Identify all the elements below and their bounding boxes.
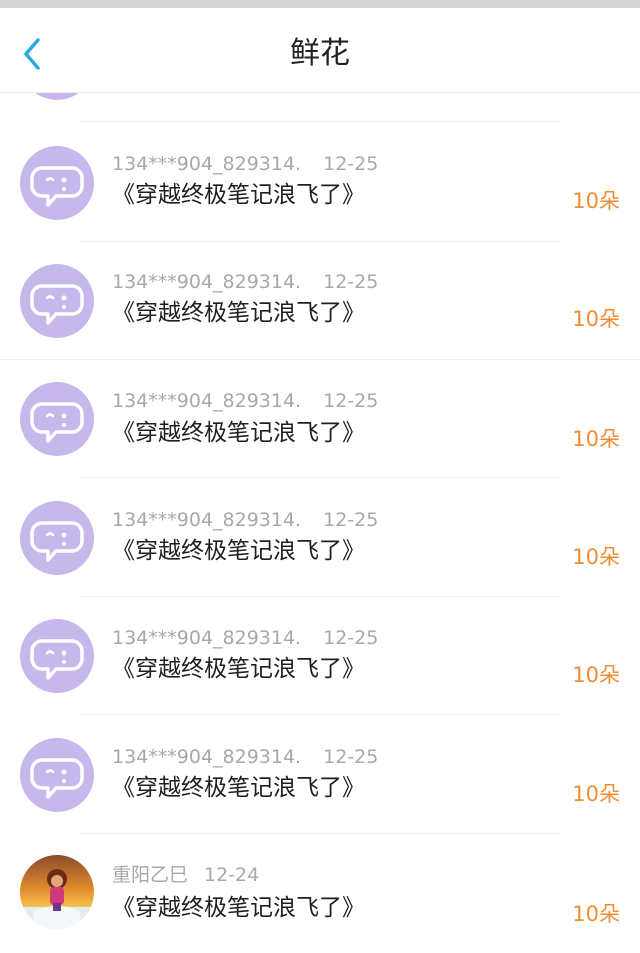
user-avatar-photo	[20, 855, 94, 929]
flower-amount: 10朵	[572, 663, 620, 687]
page-title: 鲜花	[290, 36, 350, 71]
date: 12-25	[323, 153, 379, 175]
meta-line: 重阳乙巳 12-24	[112, 863, 259, 887]
username: 134***904_829314.	[112, 271, 302, 293]
meta-line: 134***904_829314. 12-25	[112, 508, 378, 532]
row-divider	[80, 714, 560, 715]
book-title: 《穿越终极笔记浪飞了》	[112, 656, 365, 682]
flower-amount: 10朵	[572, 427, 620, 451]
row-divider	[80, 477, 560, 478]
row-divider	[80, 121, 560, 122]
chat-bubble-icon	[20, 619, 94, 693]
meta-line: 134***904_829314. 12-25	[112, 270, 378, 294]
book-title: 《穿越终极笔记浪飞了》	[112, 420, 365, 446]
list-item[interactable]: 134***904_829314. 12-25 《穿越终极笔记浪飞了》 10朵	[0, 479, 640, 597]
list-item[interactable]: 134***904_829314. 12-25 《穿越终极笔记浪飞了》 10朵	[0, 716, 640, 834]
username: 134***904_829314.	[112, 153, 302, 175]
username: 134***904_829314.	[112, 746, 302, 768]
date: 12-25	[323, 746, 379, 768]
username: 重阳乙巳	[112, 864, 189, 886]
flower-amount: 10朵	[572, 782, 620, 806]
list-item[interactable]: 重阳乙巳 12-24 《穿越终极笔记浪飞了》 10朵	[0, 835, 640, 953]
gift-list: 134***904_829314. 12-25 《穿越终极笔记浪飞了》 10朵 1…	[0, 0, 640, 938]
meta-line: 134***904_829314. 12-25	[112, 626, 378, 650]
meta-line: 134***904_829314. 12-25	[112, 745, 378, 769]
navigation-header: 鲜花	[0, 8, 640, 93]
date: 12-24	[204, 864, 260, 886]
date: 12-25	[323, 271, 379, 293]
list-item[interactable]: 134***904_829314. 12-25 《穿越终极笔记浪飞了》 10朵	[0, 360, 640, 478]
list-item[interactable]: 134***904_829314. 12-25 《穿越终极笔记浪飞了》 10朵	[0, 124, 640, 242]
chat-bubble-icon	[20, 146, 94, 220]
date: 12-25	[323, 509, 379, 531]
book-title: 《穿越终极笔记浪飞了》	[112, 300, 365, 326]
flower-amount: 10朵	[572, 902, 620, 926]
book-title: 《穿越终极笔记浪飞了》	[112, 895, 365, 921]
flower-amount: 10朵	[572, 545, 620, 569]
book-title: 《穿越终极笔记浪飞了》	[112, 538, 365, 564]
list-item[interactable]: 134***904_829314. 12-25 《穿越终极笔记浪飞了》 10朵	[0, 242, 640, 360]
date: 12-25	[323, 627, 379, 649]
book-title: 《穿越终极笔记浪飞了》	[112, 775, 365, 801]
username: 134***904_829314.	[112, 390, 302, 412]
row-divider	[80, 833, 560, 834]
chat-bubble-icon	[20, 382, 94, 456]
flower-amount: 10朵	[572, 189, 620, 213]
username: 134***904_829314.	[112, 509, 302, 531]
meta-line: 134***904_829314. 12-25	[112, 389, 378, 413]
meta-line: 134***904_829314. 12-25	[112, 152, 378, 176]
book-title: 《穿越终极笔记浪飞了》	[112, 182, 365, 208]
date: 12-25	[323, 390, 379, 412]
chat-bubble-icon	[20, 264, 94, 338]
list-item[interactable]: 134***904_829314. 12-25 《穿越终极笔记浪飞了》 10朵	[0, 597, 640, 715]
username: 134***904_829314.	[112, 627, 302, 649]
flower-amount: 10朵	[572, 307, 620, 331]
chat-bubble-icon	[20, 501, 94, 575]
chat-bubble-icon	[20, 738, 94, 812]
status-bar	[0, 0, 640, 8]
